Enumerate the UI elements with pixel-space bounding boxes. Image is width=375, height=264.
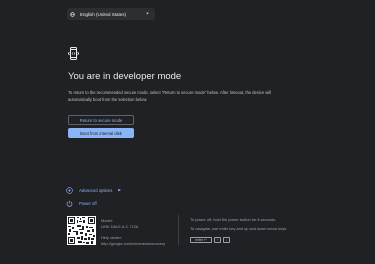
advanced-options-label: Advanced options [79, 187, 113, 193]
settings-icon [66, 186, 73, 194]
return-to-secure-mode-button[interactable]: Return to secure mode [68, 115, 134, 125]
chevron-right-icon: ▶ [118, 188, 121, 192]
globe-icon [70, 11, 75, 17]
language-selector[interactable]: English (United States) [67, 8, 155, 20]
navigation-help: To navigate, use enter key and up and do… [190, 226, 288, 231]
up-arrow-key: ↑ [214, 237, 221, 243]
help-center-url: http://google.com/chromeos/recovery [101, 241, 166, 246]
page-title: You are in developer mode [68, 71, 182, 82]
down-arrow-key: ↓ [223, 237, 230, 243]
power-off-label: Power off [79, 200, 97, 206]
power-off-help: To power off, hold the power button for … [190, 217, 277, 222]
developer-mode-icon [68, 47, 79, 60]
help-center-label: Help center: [101, 235, 122, 240]
chevron-down-icon [146, 12, 149, 15]
key-hints: enter ↵ ↑ ↓ [190, 237, 230, 243]
model-value: LINK DALE A-C 7126 [101, 224, 139, 229]
divider [178, 215, 179, 245]
model-label: Model: [101, 218, 113, 223]
enter-key: enter ↵ [190, 237, 212, 243]
boot-from-internal-disk-button[interactable]: Boot from internal disk [68, 128, 134, 138]
page-description: To return to the recommended secure mode… [68, 90, 271, 102]
power-off-item[interactable]: Power off [66, 199, 97, 207]
qr-code [67, 216, 96, 245]
language-label: English (United States) [80, 11, 127, 17]
power-icon [66, 200, 73, 207]
advanced-options-item[interactable]: Advanced options ▶ [66, 186, 121, 194]
